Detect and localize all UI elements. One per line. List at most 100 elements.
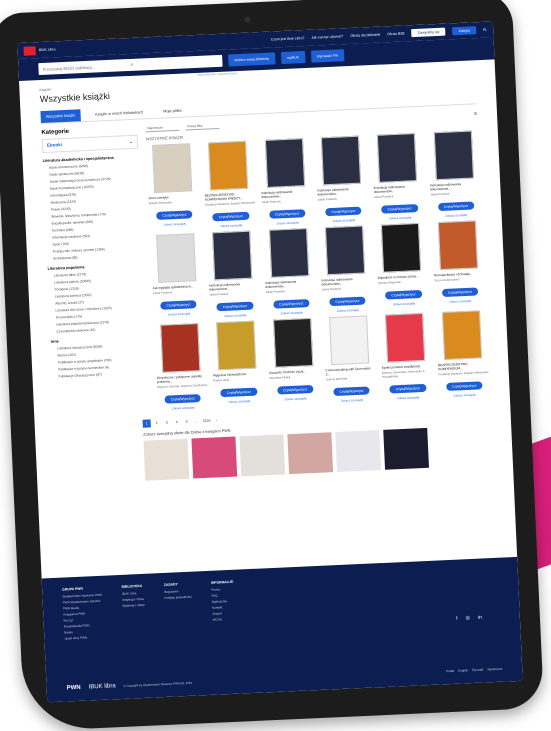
borrow-button[interactable]: Czytaj/Wypożycz	[164, 394, 202, 404]
book-card[interactable]: Społeczeństwo współpracy Barbara Jawornic…	[379, 312, 433, 401]
details-link[interactable]: Zobacz szczegóły	[228, 399, 250, 404]
details-link[interactable]: Zobacz szczegóły	[284, 396, 306, 401]
book-card[interactable]: Wypalenie w miejscu pracy... Andrzej Wąso…	[375, 222, 429, 311]
ebooks-dropdown[interactable]: Ebooki ⌄	[41, 134, 139, 154]
category-item[interactable]: Publikacje Obcojęzyczne (87)	[52, 370, 148, 379]
top-link-4[interactable]: Oferta B2B	[387, 31, 404, 36]
details-link[interactable]: Zobacz szczegóły	[333, 218, 355, 223]
borrow-button[interactable]: Czytaj/Wypożycz	[385, 289, 422, 300]
language-link[interactable]: Pусский	[472, 668, 483, 673]
book-cover[interactable]	[212, 230, 253, 281]
top-link-3[interactable]: Oferta dla biblioteki	[350, 33, 380, 38]
page-link[interactable]: 4	[173, 418, 181, 426]
book-card[interactable]: Filozoficzne i polityczne aspekty proble…	[154, 323, 208, 411]
linkedin-icon[interactable]: in	[478, 615, 482, 621]
borrow-button[interactable]: Czytaj/Wypożycz	[216, 301, 254, 312]
tab-my-libraries[interactable]: Książki w moich bibliotekach	[90, 106, 149, 121]
book-cover[interactable]	[216, 320, 257, 371]
book-cover[interactable]	[437, 220, 478, 271]
footer-link[interactable]: Język obcy PWN	[64, 635, 104, 640]
book-card[interactable]: Gwiazdo. Podróże życia... Stanisław Fijał…	[267, 318, 321, 406]
footer-link[interactable]: Encyklopedia PWN	[64, 623, 104, 628]
footer-link[interactable]: Instytucja i firma	[122, 597, 144, 602]
view-toggle-icon[interactable]: ≡	[474, 111, 477, 117]
footer-link[interactable]: Zespół	[212, 611, 235, 615]
details-link[interactable]: Zobacz szczegóły	[224, 313, 246, 318]
top-link-1[interactable]: Czym jest Ibuk Libra?	[271, 36, 305, 42]
footer-link[interactable]: Wydawnictwo Naukowe PWN	[62, 593, 102, 599]
book-card[interactable]: Instrukcja nalizowania dokumentów... Jaku…	[371, 133, 425, 221]
details-link[interactable]: Zobacz szczegóły	[280, 310, 302, 315]
book-cover[interactable]	[433, 130, 474, 181]
borrow-button[interactable]: Czytaj/Wypożycz	[160, 300, 197, 310]
category-item[interactable]: Czasopisma naukowe (42)	[50, 325, 146, 334]
pwn-logo[interactable]: PWN	[67, 685, 81, 692]
borrow-button[interactable]: Czytaj/Wypożycz	[437, 201, 475, 212]
search-icon[interactable]: ⌕	[130, 58, 218, 68]
book-card[interactable]: BEZPIECZEŃSTWO KOMPENDIUM... Redakcja Nau…	[436, 310, 490, 398]
login-button[interactable]: Zaloguj	[452, 26, 477, 36]
register-button[interactable]: Zarejestruj się	[411, 27, 446, 38]
promo-book-cover[interactable]	[143, 438, 190, 481]
choose-library-button[interactable]: Wybierz swoją bibliotekę	[228, 52, 276, 67]
details-link[interactable]: Zobacz szczegóły	[449, 299, 471, 304]
borrow-button[interactable]: Czytaj/Wypożycz	[333, 386, 370, 397]
borrow-button[interactable]: Czytaj/Wypożycz	[220, 387, 258, 398]
book-cover[interactable]	[156, 233, 197, 283]
page-link[interactable]: 3	[163, 418, 171, 426]
borrow-button[interactable]: Czytaj/Wypożycz	[272, 299, 310, 309]
book-cover[interactable]	[152, 143, 193, 193]
details-link[interactable]: Zobacz szczegóły	[337, 308, 359, 313]
borrow-button[interactable]: Czytaj/Wypożycz	[441, 287, 479, 298]
footer-link[interactable]: Regulamin	[164, 589, 191, 594]
tab-all-books[interactable]: Wszystkie książki	[40, 109, 81, 124]
top-link-2[interactable]: Jak zacząć używać?	[311, 34, 343, 39]
category-item[interactable]: Architektura (86)	[47, 253, 143, 261]
details-link[interactable]: Zobacz szczegóły	[168, 311, 190, 316]
borrow-button[interactable]: Czytaj/Wypożycz	[329, 296, 366, 307]
book-cover[interactable]	[441, 310, 482, 361]
facebook-icon[interactable]: f	[456, 616, 458, 622]
ibuk-logo[interactable]: IBUK libra	[88, 683, 115, 690]
sort-select[interactable]: Najnowsze	[145, 123, 180, 133]
promo-book-cover[interactable]	[335, 430, 382, 472]
book-cover[interactable]	[208, 140, 249, 191]
footer-link[interactable]: Wybieraj z oferty	[122, 603, 144, 608]
book-card[interactable]: Sens estetyka Monika Wąsowska Czytaj/Wypoż…	[146, 143, 200, 231]
page-link[interactable]: ›	[212, 416, 220, 424]
promo-book-cover[interactable]	[239, 434, 286, 477]
footer-link[interactable]: Kontakt	[212, 605, 235, 609]
footer-link[interactable]: Ogłoszenia	[212, 599, 235, 604]
book-cover[interactable]	[268, 228, 310, 278]
book-card[interactable]: Jak wygląda spółdzielnia w... Jakub Posta…	[150, 233, 204, 321]
myibuk-button[interactable]: myIBUK	[280, 51, 306, 65]
borrow-button[interactable]: Czytaj/Wypożycz	[381, 204, 419, 214]
footer-link[interactable]: WCAG	[213, 617, 236, 621]
book-cover[interactable]	[377, 133, 418, 183]
book-cover[interactable]	[160, 323, 201, 373]
footer-link[interactable]: Księgarnia PWN	[63, 611, 103, 617]
borrow-button[interactable]: Czytaj/Wypożycz	[276, 384, 314, 395]
book-card[interactable]: Retrospektywa i dziesiąty... Teresa Dobro…	[432, 220, 486, 308]
details-link[interactable]: Zobacz szczegóły	[276, 220, 298, 225]
borrow-button[interactable]: Czytaj/Wypożycz	[268, 209, 306, 219]
book-cover[interactable]	[329, 315, 370, 366]
details-link[interactable]: Zobacz szczegóły	[341, 398, 363, 403]
book-card[interactable]: Instrukcja nalizowania dokumentów... Jaku…	[319, 225, 373, 313]
book-card[interactable]: Instrukcja nalizowania dokumentów... Jaku…	[427, 130, 481, 218]
book-card[interactable]: Instrukcja nalizowania dokumentów... Jaku…	[259, 138, 313, 226]
book-cover[interactable]	[385, 312, 426, 363]
details-link[interactable]: Zobacz szczegóły	[164, 222, 186, 227]
promo-book-cover[interactable]	[383, 427, 430, 470]
footer-link[interactable]: Pomoc	[211, 587, 234, 591]
borrow-button[interactable]: Czytaj/Wypożycz	[212, 211, 250, 222]
book-card[interactable]: Communicating with Generation Z... Joanna…	[323, 315, 377, 403]
borrow-button[interactable]: Czytaj/Wypożycz	[389, 383, 427, 394]
enter-pin-button[interactable]: Wprowadź PIN	[310, 49, 345, 63]
footer-link[interactable]: Nauka	[64, 629, 104, 634]
footer-link[interactable]: Polityka prywatności	[164, 595, 191, 600]
details-link[interactable]: Zobacz szczegóły	[397, 395, 419, 400]
book-cover[interactable]	[325, 225, 366, 276]
site-logo[interactable]: IBUK Libra	[23, 45, 56, 56]
book-card[interactable]: Wygranie Nieświadome Paweł Lubaś Czytaj/Wy…	[211, 320, 265, 408]
